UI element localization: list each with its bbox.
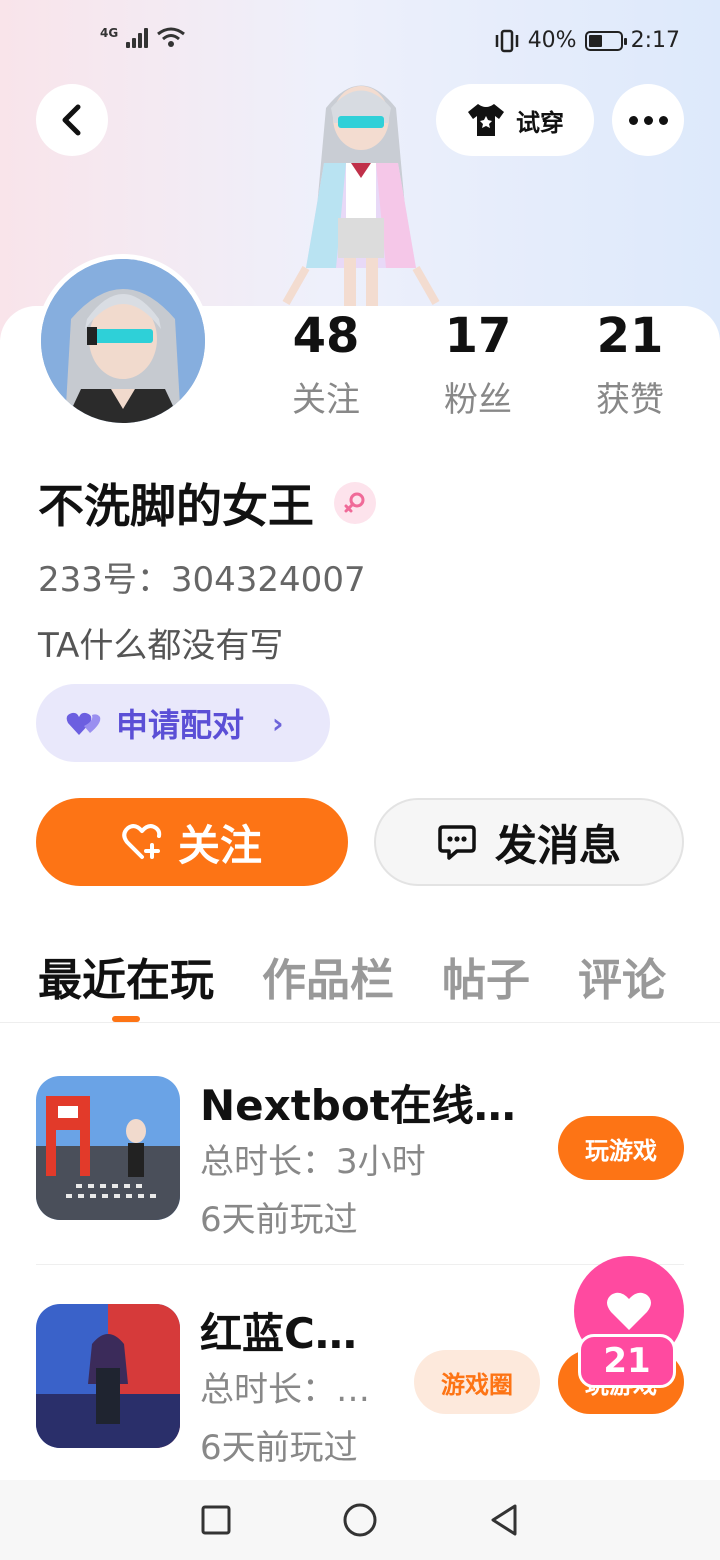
recent-apps-icon[interactable] bbox=[200, 1504, 232, 1536]
clock: 2:17 bbox=[630, 28, 680, 53]
username-row: 不洗脚的女王 bbox=[38, 470, 376, 536]
game-thumbnail[interactable] bbox=[36, 1304, 180, 1448]
user-id: 233号：304324007 bbox=[38, 560, 366, 600]
game-thumbnail[interactable] bbox=[36, 1076, 180, 1220]
heart-icon bbox=[607, 1292, 651, 1330]
stat-followers-label: 粉丝 bbox=[444, 379, 512, 420]
stat-followers-value: 17 bbox=[444, 308, 512, 364]
avatar[interactable] bbox=[36, 254, 210, 428]
follow-label: 关注 bbox=[177, 820, 262, 870]
play-game-button[interactable]: 玩游戏 bbox=[558, 1116, 684, 1180]
try-on-button[interactable]: 试穿 bbox=[436, 84, 594, 156]
tab-works[interactable]: 作品栏 bbox=[262, 944, 394, 1008]
try-on-label: 试穿 bbox=[516, 108, 564, 137]
battery-percent: 40% bbox=[527, 28, 577, 53]
request-pair-label: 申请配对 bbox=[116, 706, 245, 744]
game-thumbnail-image bbox=[36, 1076, 180, 1220]
row-divider bbox=[36, 1264, 684, 1265]
stat-likes-value: 21 bbox=[596, 308, 664, 364]
game-thumbnail-image bbox=[36, 1304, 180, 1448]
send-message-button[interactable]: 发消息 bbox=[374, 798, 684, 886]
tab-comments[interactable]: 评论 bbox=[578, 944, 666, 1008]
profile-tabs: 最近在玩 作品栏 帖子 评论 bbox=[38, 944, 666, 1022]
network-type: 4G bbox=[100, 26, 119, 40]
stat-followers[interactable]: 17 粉丝 bbox=[402, 308, 554, 421]
signal-group: 4G bbox=[100, 26, 186, 48]
chevron-right-icon: › bbox=[272, 706, 284, 740]
stat-following[interactable]: 48 关注 bbox=[250, 308, 402, 421]
game-last-played: 6天前玩过 bbox=[200, 1200, 358, 1240]
tab-recently-played[interactable]: 最近在玩 bbox=[38, 944, 214, 1022]
stat-likes[interactable]: 21 获赞 bbox=[554, 308, 706, 421]
user-bio: TA什么都没有写 bbox=[38, 626, 284, 666]
avatar-figure-image bbox=[282, 85, 440, 308]
tabs-divider bbox=[0, 1022, 720, 1023]
system-nav-bar bbox=[0, 1480, 720, 1560]
send-message-label: 发消息 bbox=[494, 820, 621, 870]
chat-bubble-icon bbox=[438, 825, 476, 860]
tab-posts[interactable]: 帖子 bbox=[442, 944, 530, 1008]
game-duration: 总时长：… bbox=[200, 1370, 370, 1410]
request-pair-button[interactable]: 申请配对 › bbox=[36, 684, 330, 762]
status-right: 40% 2:17 bbox=[494, 28, 680, 53]
game-duration: 总时长：3小时 bbox=[200, 1142, 426, 1182]
game-last-played: 6天前玩过 bbox=[200, 1428, 358, 1468]
follow-button[interactable]: 关注 bbox=[36, 798, 348, 886]
tshirt-icon bbox=[468, 104, 504, 136]
game-title: 红蓝C… bbox=[200, 1309, 357, 1358]
profile-stats: 48 关注 17 粉丝 21 获赞 bbox=[250, 308, 720, 421]
list-item[interactable]: Nextbot在线… 总时长：3小时 6天前玩过 玩游戏 bbox=[36, 1072, 684, 1262]
like-count-badge: 21 bbox=[578, 1334, 676, 1388]
back-button[interactable] bbox=[36, 84, 108, 156]
more-dots-icon bbox=[628, 115, 638, 125]
stat-likes-label: 获赞 bbox=[596, 379, 664, 420]
signal-icon bbox=[126, 26, 149, 48]
game-circle-button[interactable]: 游戏圈 bbox=[414, 1350, 540, 1414]
back-triangle-icon[interactable] bbox=[488, 1502, 520, 1538]
pair-hearts-icon bbox=[66, 712, 101, 735]
chevron-left-icon bbox=[62, 104, 81, 136]
female-icon bbox=[334, 482, 376, 524]
heart-plus-icon bbox=[122, 824, 162, 859]
vibrate-icon bbox=[495, 29, 518, 52]
more-options-button[interactable] bbox=[612, 84, 684, 156]
home-icon[interactable] bbox=[342, 1502, 378, 1538]
wifi-icon bbox=[157, 27, 186, 47]
stat-following-value: 48 bbox=[292, 308, 360, 364]
battery-icon bbox=[584, 30, 627, 51]
username: 不洗脚的女王 bbox=[38, 479, 314, 533]
avatar-image bbox=[41, 259, 205, 423]
game-title: Nextbot在线… bbox=[200, 1081, 516, 1130]
stat-following-label: 关注 bbox=[292, 379, 360, 420]
